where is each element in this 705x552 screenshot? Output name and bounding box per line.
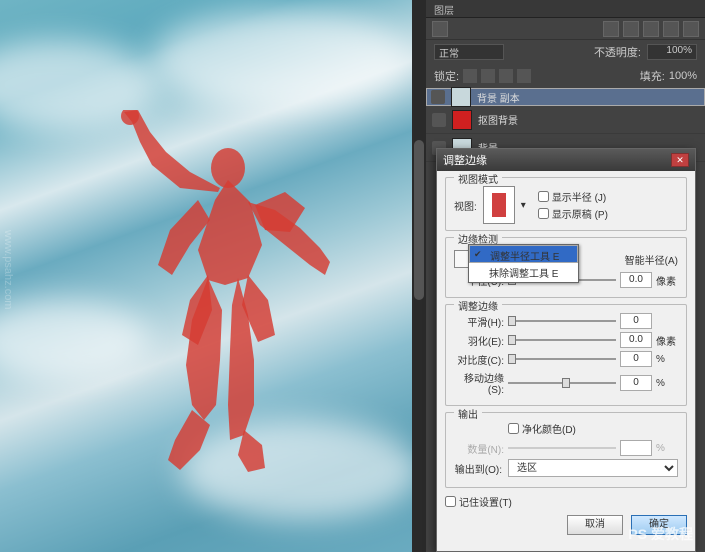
layer-name: 抠图背景 xyxy=(478,112,518,127)
shift-slider[interactable] xyxy=(508,376,616,390)
smooth-label: 平滑(H): xyxy=(454,314,504,329)
view-thumb[interactable] xyxy=(483,186,515,224)
layer-thumb[interactable] xyxy=(452,110,472,130)
layers-filter-bar xyxy=(426,18,705,40)
blend-mode-select[interactable] xyxy=(434,44,504,60)
watermark-side: www.psahz.com xyxy=(2,230,14,309)
selection-overlay xyxy=(120,110,340,480)
layers-panel-tab[interactable]: 图层 xyxy=(426,0,705,18)
amount-unit: % xyxy=(656,443,678,454)
eye-icon[interactable] xyxy=(431,90,445,104)
filter-type-icon[interactable] xyxy=(643,21,659,37)
amount-value xyxy=(620,440,652,456)
opacity-value[interactable]: 100% xyxy=(647,44,697,60)
feather-slider[interactable] xyxy=(508,333,616,347)
shift-unit: % xyxy=(656,378,678,389)
smooth-value[interactable]: 0 xyxy=(620,313,652,329)
lock-label: 锁定: xyxy=(434,68,459,84)
filter-adjust-icon[interactable] xyxy=(623,21,639,37)
tool-menu-item[interactable]: 抹除调整工具 E xyxy=(469,263,578,282)
contrast-value[interactable]: 0 xyxy=(620,351,652,367)
opacity-label: 不透明度: xyxy=(594,44,641,60)
show-original-checkbox[interactable]: 显示原稿 (P) xyxy=(538,206,608,221)
lock-pos-icon[interactable] xyxy=(499,69,513,83)
feather-unit: 像素 xyxy=(656,333,678,348)
layer-thumb[interactable] xyxy=(451,87,471,107)
layer-row[interactable]: 背景 副本 xyxy=(426,88,705,106)
tool-menu-item[interactable]: ✔调整半径工具 E xyxy=(469,245,578,263)
smart-radius-label: 智能半径(A) xyxy=(625,252,678,267)
shift-label: 移动边缘(S): xyxy=(454,370,504,396)
remember-checkbox[interactable]: 记住设置(T) xyxy=(445,494,687,509)
chevron-down-icon[interactable]: ▾ xyxy=(521,200,526,211)
fill-label: 填充: xyxy=(640,68,665,84)
cancel-button[interactable]: 取消 xyxy=(567,515,623,535)
contrast-slider[interactable] xyxy=(508,352,616,366)
filter-smart-icon[interactable] xyxy=(683,21,699,37)
contrast-unit: % xyxy=(656,354,678,365)
view-mode-legend: 视图模式 xyxy=(454,171,502,186)
refine-edge-dialog: 调整边缘 ✕ 视图模式 视图: ▾ 显示半径 (J) 显示原稿 (P) 边缘检测… xyxy=(436,148,696,552)
lock-paint-icon[interactable] xyxy=(481,69,495,83)
show-radius-checkbox[interactable]: 显示半径 (J) xyxy=(538,189,608,204)
filter-pixel-icon[interactable] xyxy=(603,21,619,37)
output-legend: 输出 xyxy=(454,406,482,421)
feather-label: 羽化(E): xyxy=(454,333,504,348)
tool-popup: ✔调整半径工具 E 抹除调整工具 E xyxy=(468,244,579,283)
close-icon[interactable]: ✕ xyxy=(671,153,689,167)
output-to-label: 输出到(O): xyxy=(454,461,502,476)
output-to-select[interactable]: 选区 xyxy=(508,459,678,477)
amount-label: 数量(N): xyxy=(454,441,504,456)
dialog-titlebar[interactable]: 调整边缘 ✕ xyxy=(437,149,695,171)
radius-value[interactable]: 0.0 xyxy=(620,272,652,288)
shift-value[interactable]: 0 xyxy=(620,375,652,391)
decontaminate-checkbox[interactable]: 净化颜色(D) xyxy=(508,421,678,436)
feather-value[interactable]: 0.0 xyxy=(620,332,652,348)
fill-value[interactable]: 100% xyxy=(669,70,697,82)
layer-row[interactable]: 抠图背景 xyxy=(426,106,705,134)
filter-kind-icon[interactable] xyxy=(432,21,448,37)
radius-unit: 像素 xyxy=(656,273,678,288)
adjust-edge-legend: 调整边缘 xyxy=(454,298,502,313)
canvas-area[interactable]: www.psahz.com xyxy=(0,0,412,552)
dialog-title: 调整边缘 xyxy=(443,152,487,168)
lock-all-icon[interactable] xyxy=(517,69,531,83)
layer-name: 背景 副本 xyxy=(477,90,520,105)
view-label: 视图: xyxy=(454,198,477,213)
eye-icon[interactable] xyxy=(432,113,446,127)
lock-trans-icon[interactable] xyxy=(463,69,477,83)
watermark: PS 爱教程 xyxy=(628,524,693,544)
contrast-label: 对比度(C): xyxy=(454,352,504,367)
filter-shape-icon[interactable] xyxy=(663,21,679,37)
vertical-scrollbar[interactable] xyxy=(412,0,426,552)
amount-slider xyxy=(508,441,616,455)
smooth-slider[interactable] xyxy=(508,314,616,328)
